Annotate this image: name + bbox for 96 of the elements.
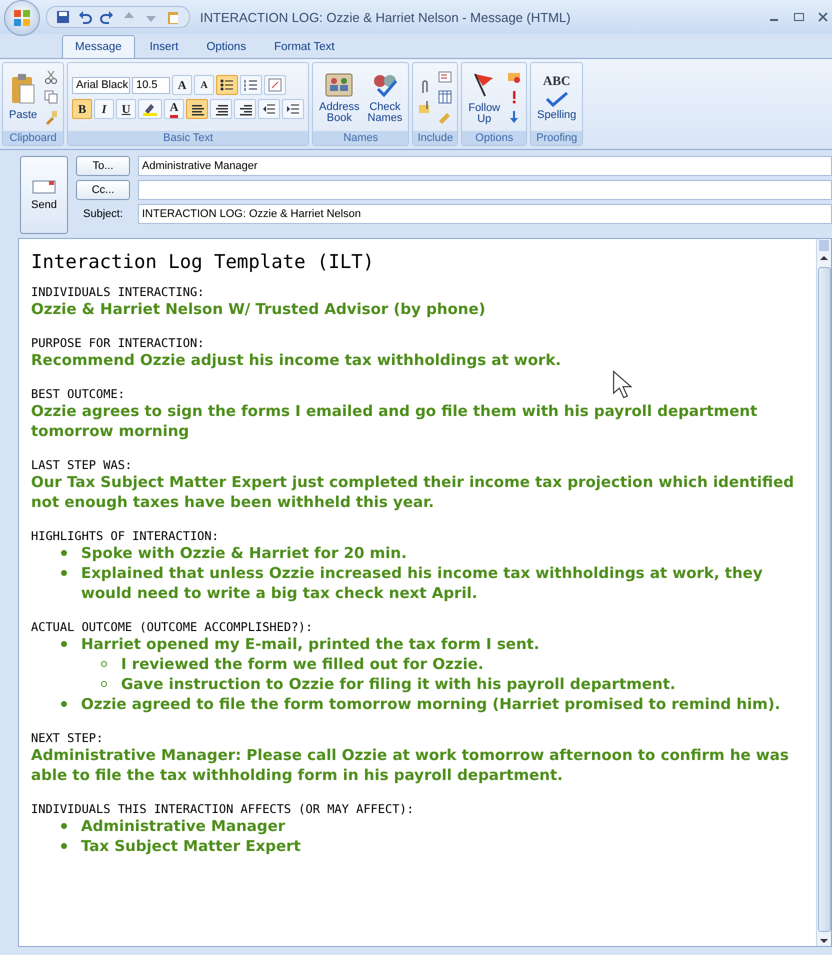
copy-icon[interactable] xyxy=(43,89,60,105)
bullet-icon xyxy=(61,641,67,647)
follow-up-button[interactable]: Follow Up xyxy=(466,70,502,124)
indent-button[interactable] xyxy=(282,99,304,119)
section-text: Ozzie agrees to sign the forms I emailed and go file them with his payroll department tomorrow morning xyxy=(31,401,758,441)
group-label: Basic Text xyxy=(68,131,308,145)
section-text: Our Tax Subject Matter Expert just completed their income tax projection which identified not enough taxes have been withheld this year. xyxy=(31,472,796,512)
cc-button[interactable]: Cc... xyxy=(76,180,130,200)
bullet-text: Spoke with Ozzie & Harriet for 20 min. xyxy=(81,543,407,563)
bullet-icon xyxy=(61,823,67,829)
section-heading: ACTUAL OUTCOME (OUTCOME ACCOMPLISHED?): xyxy=(31,620,314,634)
cursor-icon xyxy=(612,370,634,399)
scissors-icon[interactable] xyxy=(43,69,60,85)
section-text: Recommend Ozzie adjust his income tax withholdings at work. xyxy=(31,350,562,370)
address-book-button[interactable]: Address Book xyxy=(317,70,362,124)
bullet-text: Explained that unless Ozzie increased his income tax withholdings at work, they would need to write a big tax check next April. xyxy=(81,563,764,603)
numbered-list-icon xyxy=(244,78,258,92)
paste-button[interactable]: Paste xyxy=(7,73,40,121)
font-color-button[interactable]: A xyxy=(164,99,184,119)
to-button[interactable]: To... xyxy=(76,156,130,176)
business-card-icon[interactable] xyxy=(437,69,454,85)
section-heading: LAST STEP WAS: xyxy=(31,458,134,472)
outdent-button[interactable] xyxy=(258,99,280,119)
format-button[interactable]: I xyxy=(94,99,114,119)
section-heading: INDIVIDUALS THIS INTERACTION AFFECTS (OR MAY AFFECT): xyxy=(31,802,415,816)
undo-icon[interactable] xyxy=(77,9,93,25)
align-icon xyxy=(214,102,228,116)
section-heading: INDIVIDUALS INTERACTING: xyxy=(31,285,206,299)
office-button[interactable] xyxy=(4,0,40,36)
format-button[interactable]: U xyxy=(116,99,136,119)
office-logo xyxy=(12,8,32,28)
bullet-list-icon xyxy=(220,78,234,92)
bullet-icon xyxy=(61,570,67,576)
bullet-icon xyxy=(61,701,67,707)
align-icon xyxy=(190,102,204,116)
section-heading: HIGHLIGHTS OF INTERACTION: xyxy=(31,529,220,543)
grow-font-button[interactable]: A xyxy=(172,75,192,95)
bullet-text: Tax Subject Matter Expert xyxy=(81,836,301,856)
bullet-icon xyxy=(61,550,67,556)
save-icon[interactable] xyxy=(55,9,71,25)
bullet-text: Ozzie agreed to file the form tomorrow morning (Harriet promised to remind him). xyxy=(81,694,780,714)
close-icon[interactable] xyxy=(818,12,828,22)
bullets-button[interactable] xyxy=(216,75,238,95)
bullet-text: Administrative Manager xyxy=(81,816,286,836)
group-label: Names xyxy=(313,131,408,145)
group-label: Include xyxy=(413,131,458,145)
to-field[interactable]: Administrative Manager xyxy=(138,156,832,176)
bullet-icon xyxy=(101,661,107,667)
bullet-icon xyxy=(101,681,107,687)
indent-icon xyxy=(286,102,300,116)
section-heading: PURPOSE FOR INTERACTION: xyxy=(31,336,206,350)
ribbon-tab[interactable]: Format Text xyxy=(261,35,348,58)
group-label: Options xyxy=(462,131,526,145)
align-button[interactable] xyxy=(186,99,208,119)
cc-field[interactable] xyxy=(138,180,832,200)
bullet-icon xyxy=(61,843,67,849)
scroll-up-icon[interactable] xyxy=(819,253,829,263)
section-text: Administrative Manager: Please call Ozzie at work tomorrow afternoon to confirm he was able to file the tax withholding form in his payroll department. xyxy=(31,745,790,785)
outdent-icon xyxy=(262,102,276,116)
align-button[interactable] xyxy=(210,99,232,119)
font-size-dropdown[interactable]: 10.5 xyxy=(132,76,170,94)
align-icon xyxy=(238,102,252,116)
font-dropdown[interactable]: Arial Black xyxy=(72,76,130,94)
maximize-icon[interactable] xyxy=(794,12,804,22)
format-button[interactable]: B xyxy=(72,99,92,119)
scroll-down-icon[interactable] xyxy=(819,936,829,946)
document-title: Interaction Log Template (ILT) xyxy=(31,251,376,273)
section-text: Ozzie & Harriet Nelson W/ Trusted Advisor (by phone) xyxy=(31,299,487,319)
ribbon-tab[interactable]: Message xyxy=(62,35,135,58)
highlight-button[interactable] xyxy=(138,99,162,119)
clipboard-icon[interactable] xyxy=(165,9,181,25)
styles-icon xyxy=(268,78,282,92)
redo-icon[interactable] xyxy=(99,9,115,25)
bullet-text: Gave instruction to Ozzie for filing it with his payroll department. xyxy=(121,674,676,694)
numbering-button[interactable] xyxy=(240,75,262,95)
scrollbar[interactable] xyxy=(816,239,831,946)
group-label: Proofing xyxy=(531,131,582,145)
subject-label: Subject: xyxy=(82,208,124,220)
checkmark-icon xyxy=(544,91,570,107)
bullet-text: I reviewed the form we filled out for Ozzie. xyxy=(121,654,484,674)
spelling-button[interactable]: ABC Spelling xyxy=(535,73,578,121)
address-book-icon xyxy=(324,70,354,98)
align-button[interactable] xyxy=(234,99,256,119)
send-button[interactable]: Send xyxy=(20,156,68,234)
highlighter-icon xyxy=(142,102,158,116)
subject-field[interactable]: INTERACTION LOG: Ozzie & Harriet Nelson xyxy=(138,204,832,224)
section-heading: BEST OUTCOME: xyxy=(31,387,126,401)
shrink-font-button[interactable]: A xyxy=(194,75,214,95)
ribbon-tab[interactable]: Insert xyxy=(136,35,192,58)
section-heading: NEXT STEP: xyxy=(31,731,104,745)
bullet-text: Harriet opened my E-mail, printed the tax form I sent. xyxy=(81,634,540,654)
calendar-icon[interactable] xyxy=(437,89,454,105)
ribbon-tab[interactable]: Options xyxy=(193,35,260,58)
window-title: INTERACTION LOG: Ozzie & Harriet Nelson - Message (HTML) xyxy=(200,10,572,24)
check-names-button[interactable]: Check Names xyxy=(366,70,404,124)
group-label: Clipboard xyxy=(3,131,64,145)
